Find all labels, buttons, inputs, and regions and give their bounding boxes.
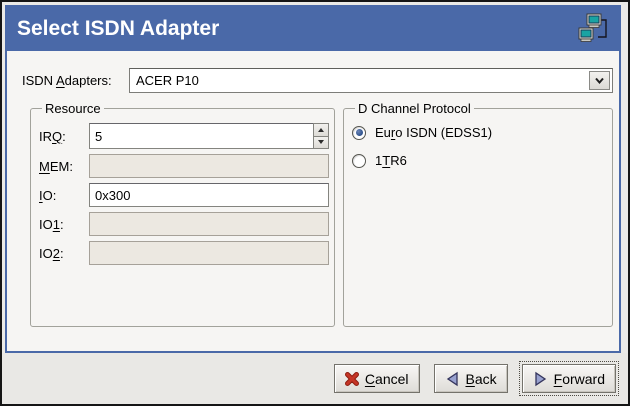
forward-arrow-icon — [533, 371, 548, 387]
combobox-dropdown-button[interactable] — [589, 71, 610, 90]
back-button[interactable]: Back — [434, 364, 508, 393]
back-arrow-icon — [445, 371, 460, 387]
resource-legend: Resource — [42, 101, 104, 116]
dialog-content: ISDN Adapters: ACER P10 Resource IRQ: — [7, 51, 619, 349]
spin-down-button[interactable] — [314, 137, 328, 149]
titlebar: Select ISDN Adapter — [7, 7, 619, 51]
isdn-adapters-label: ISDN Adapters: — [22, 73, 129, 88]
combobox-selected-value: ACER P10 — [130, 73, 199, 88]
resource-group: Resource IRQ: MEM: — [30, 101, 335, 327]
io2-row: IO2: — [39, 241, 329, 265]
io1-input — [89, 212, 329, 236]
radio-selected-icon — [352, 126, 366, 140]
adapter-row: ISDN Adapters: ACER P10 — [22, 68, 613, 93]
io1-row: IO1: — [39, 212, 329, 236]
irq-spin-controls — [313, 123, 329, 149]
cancel-x-icon — [345, 372, 359, 386]
network-computers-icon — [577, 13, 609, 45]
d-channel-protocol-group: D Channel Protocol Euro ISDN (EDSS1) 1TR… — [343, 101, 613, 327]
spin-up-button[interactable] — [314, 124, 328, 137]
irq-input[interactable] — [89, 123, 313, 149]
forward-button[interactable]: Forward — [522, 364, 616, 393]
radio-label-euro-isdn: Euro ISDN (EDSS1) — [375, 125, 492, 140]
back-button-label: Back — [466, 371, 497, 387]
forward-button-label: Forward — [554, 371, 605, 387]
mem-input — [89, 154, 329, 178]
irq-label: IRQ: — [39, 129, 89, 144]
dialog-title: Select ISDN Adapter — [17, 17, 219, 41]
radio-option-euro-isdn[interactable]: Euro ISDN (EDSS1) — [352, 125, 607, 140]
cancel-button-label: Cancel — [365, 371, 409, 387]
isdn-adapter-dialog: Select ISDN Adapter — [0, 0, 630, 406]
io2-label: IO2: — [39, 246, 89, 261]
io-row: IO: — [39, 183, 329, 207]
isdn-adapter-combobox[interactable]: ACER P10 — [129, 68, 613, 93]
mem-row: MEM: — [39, 154, 329, 178]
radio-label-1tr6: 1TR6 — [375, 153, 407, 168]
d-channel-protocol-legend: D Channel Protocol — [355, 101, 474, 116]
arrow-down-icon — [318, 140, 324, 147]
irq-spinbutton[interactable] — [89, 123, 329, 149]
chevron-down-icon — [595, 77, 604, 84]
groups-row: Resource IRQ: MEM: — [22, 101, 613, 327]
dialog-frame: Select ISDN Adapter — [5, 5, 621, 353]
radio-option-1tr6[interactable]: 1TR6 — [352, 153, 607, 168]
arrow-up-icon — [318, 125, 324, 132]
button-bar: Cancel Back Forward — [2, 353, 628, 404]
io1-label: IO1: — [39, 217, 89, 232]
irq-row: IRQ: — [39, 123, 329, 149]
cancel-button[interactable]: Cancel — [334, 364, 420, 393]
mem-label: MEM: — [39, 159, 89, 174]
radio-unselected-icon — [352, 154, 366, 168]
io2-input — [89, 241, 329, 265]
io-label: IO: — [39, 188, 89, 203]
io-input[interactable] — [89, 183, 329, 207]
